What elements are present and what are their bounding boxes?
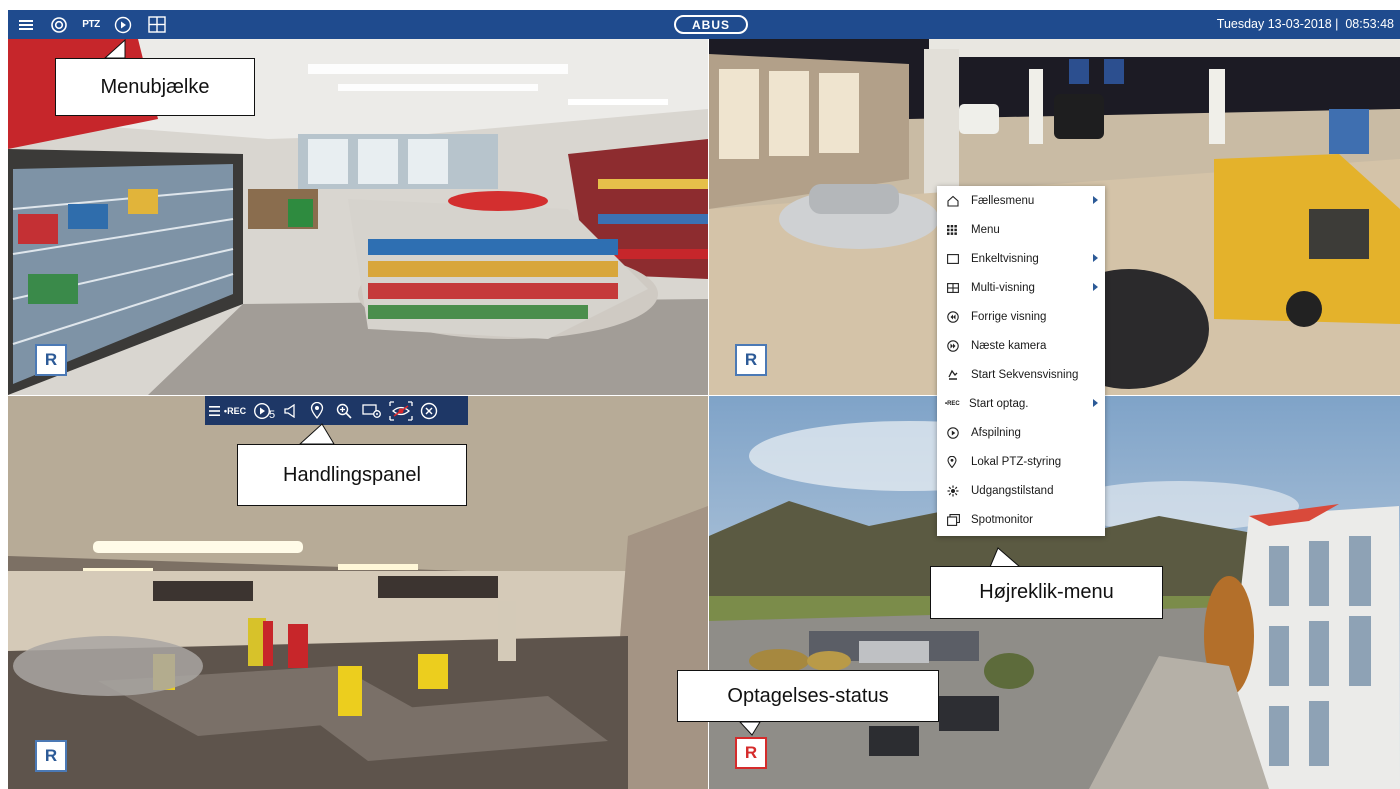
callout-rec-status: Optagelses-status bbox=[677, 670, 939, 722]
callout-action-panel: Handlingspanel bbox=[237, 444, 467, 506]
callout-menubar: Menubjælke bbox=[55, 58, 255, 116]
callout-context-menu: Højreklik-menu bbox=[930, 566, 1163, 619]
